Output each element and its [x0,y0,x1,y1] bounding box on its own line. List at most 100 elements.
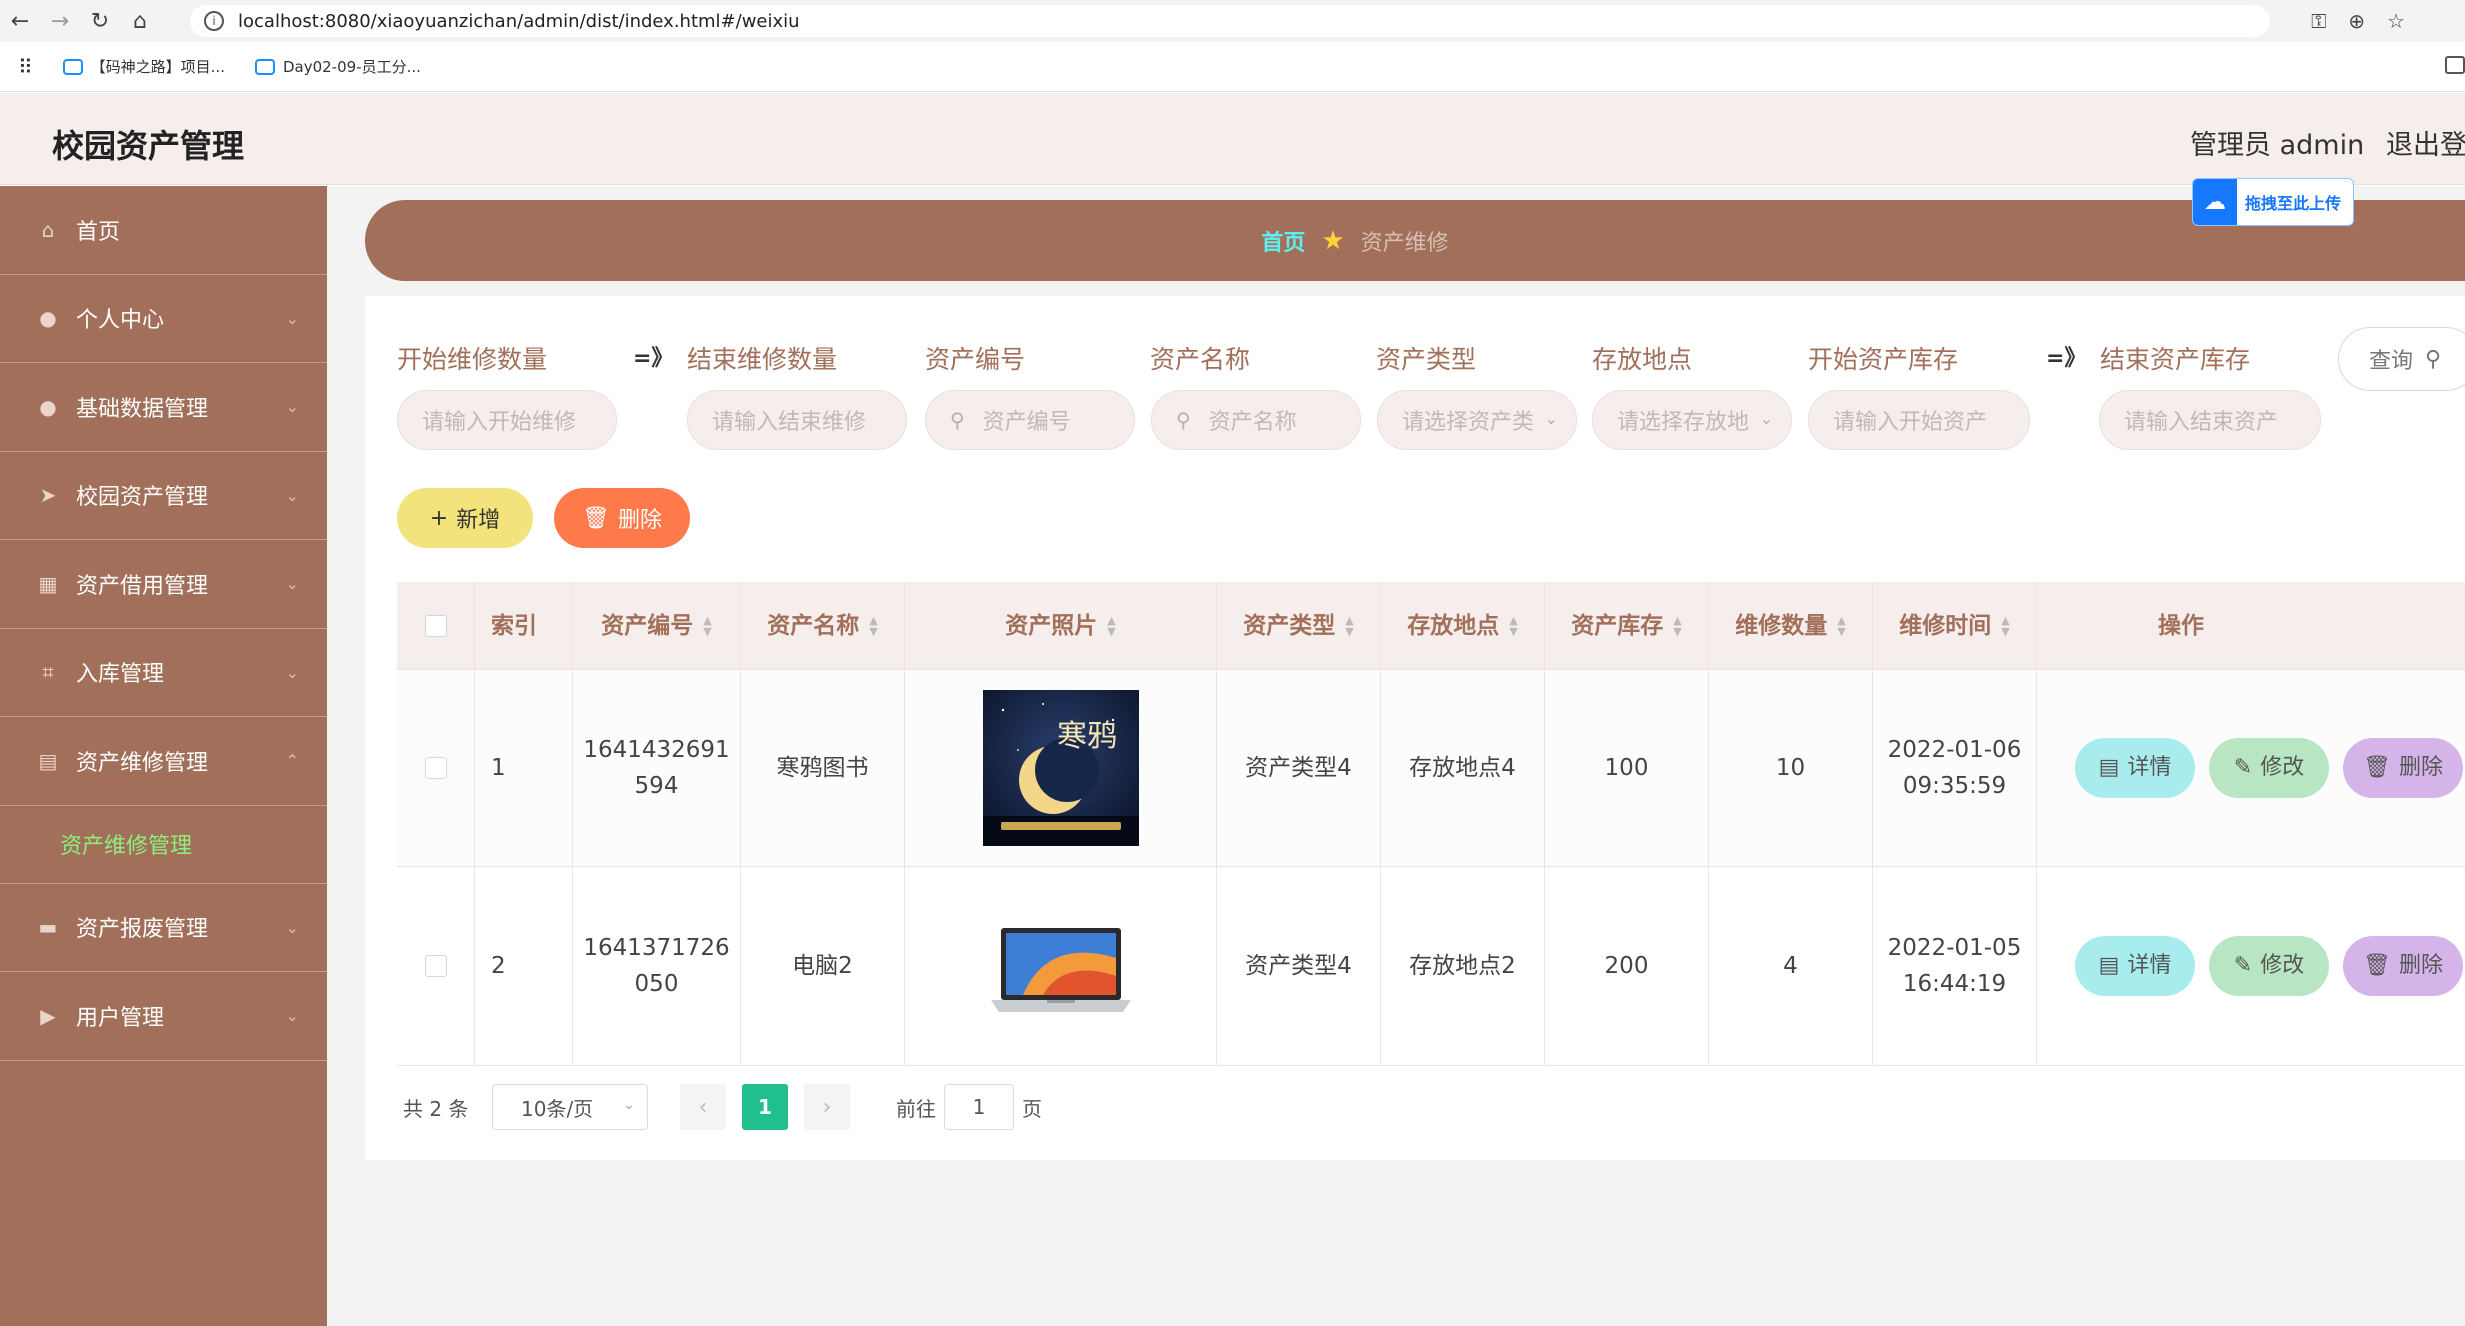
key-icon[interactable]: ⚿ [2311,9,2326,33]
browser-toolbar: ← → ↻ ⌂ i localhost:8080/xiaoyuanzichan/… [0,0,2465,42]
edit-button[interactable]: ✎ 修改 [2209,738,2329,798]
asset-name-input[interactable]: ⚲ 资产名称 [1151,390,1361,450]
sidebar-item-repair[interactable]: ▤ 资产维修管理 ⌃ [0,717,327,806]
sidebar: ⌂ 首页 ● 个人中心 ⌄ ● 基础数据管理 ⌄ ➤ 校园资产管理 ⌄ ▦ 资产… [0,186,327,1326]
query-button[interactable]: 查询 ⚲ [2338,327,2465,391]
end-repair-qty-input[interactable]: 请输入结束维修 [687,390,907,450]
pagination-total: 共 2 条 [403,1096,469,1121]
filter-label-start-repair: 开始维修数量 [397,345,548,374]
col-repair-time[interactable]: 维修时间 ▲ ▼ [1873,582,2037,669]
apps-grid-icon[interactable]: ⠿ [18,55,33,79]
sort-icon[interactable]: ▲ ▼ [2001,615,2009,637]
sort-icon[interactable]: ▲ ▼ [1837,615,1845,637]
address-bar[interactable]: i localhost:8080/xiaoyuanzichan/admin/di… [190,5,2270,37]
sidebar-item-home[interactable]: ⌂ 首页 [0,186,327,275]
filter-label-asset-name: 资产名称 [1150,345,1251,374]
next-page-button[interactable]: › [804,1084,850,1130]
chevron-down-icon: ⌄ [285,397,299,416]
laptop-image[interactable] [982,888,1139,1044]
logout-link[interactable]: 退出登录 [2386,123,2465,162]
col-asset-code[interactable]: 资产编号 ▲ ▼ [573,582,741,669]
drag-upload-badge[interactable]: ☁ 拖拽至此上传 [2192,178,2354,226]
book-cover-title: 寒鸦 [1057,719,1117,754]
bookmark-item[interactable]: 【码神之路】项目... [62,56,225,77]
sort-icon[interactable]: ▲ ▼ [869,615,877,637]
url-text: localhost:8080/xiaoyuanzichan/admin/dist… [238,10,800,32]
delete-button[interactable]: 🗑 删除 [2343,936,2463,996]
range-arrow: =》 [2046,346,2087,371]
filter-label-asset-code: 资产编号 [925,345,1026,374]
start-repair-qty-input[interactable]: 请输入开始维修 [397,390,617,450]
sort-icon[interactable]: ▲ ▼ [703,615,711,637]
bookmark-item[interactable]: Day02-09-员工分... [254,56,421,77]
location-select[interactable]: 请选择存放地 ⌄ [1592,390,1792,450]
detail-button[interactable]: ▤ 详情 [2075,936,2195,996]
sort-icon[interactable]: ▲ ▼ [1509,615,1517,637]
sort-icon[interactable]: ▲ ▼ [1107,615,1115,637]
chevron-down-icon: ⌄ [285,574,299,593]
asset-type-select[interactable]: 请选择资产类 ⌄ [1377,390,1577,450]
col-asset-photo[interactable]: 资产照片 ▲ ▼ [905,582,1217,669]
prev-page-button[interactable]: ‹ [680,1084,726,1130]
filter-label-start-stock: 开始资产库存 [1808,345,1959,374]
range-arrow: =》 [633,346,674,371]
filter-label-end-stock: 结束资产库存 [2100,345,2251,374]
chevron-down-icon: ⌄ [285,662,299,682]
sidebar-item-base-data[interactable]: ● 基础数据管理 ⌄ [0,363,327,452]
star-icon: ★ [1321,225,1345,256]
sort-icon[interactable]: ▲ ▼ [1673,615,1681,637]
batch-delete-button[interactable]: 🗑 删除 [554,488,690,548]
chevron-down-icon: ⌄ [285,917,299,937]
search-icon: ⚲ [1176,408,1191,432]
reload-icon[interactable]: ↻ [80,0,120,42]
sidebar-item-assets[interactable]: ➤ 校园资产管理 ⌄ [0,452,327,540]
sort-icon[interactable]: ▲ ▼ [1345,615,1353,637]
detail-button[interactable]: ▤ 详情 [2075,738,2195,798]
sidebar-subitem-repair-management[interactable]: 资产维修管理 [0,806,327,884]
chart-icon: ▤ [38,748,58,773]
select-all-checkbox[interactable] [424,614,447,637]
app-title: 校园资产管理 [52,127,245,165]
book-cover-image[interactable]: 寒鸦 [982,690,1139,846]
info-icon[interactable]: i [204,11,224,31]
video-icon: ▶ [40,1003,56,1028]
briefcase-icon: ▬ [38,915,58,940]
document-icon: ▤ [2098,755,2120,780]
goto-label: 前往 [896,1096,936,1121]
forward-icon[interactable]: → [40,0,80,42]
pencil-icon: ✎ [2233,755,2253,780]
sidebar-item-stock-in[interactable]: ⌗ 入库管理 ⌄ [0,629,327,717]
sidebar-item-users[interactable]: ▶ 用户管理 ⌄ [0,972,327,1061]
bilibili-icon [62,58,83,75]
row-checkbox[interactable] [424,757,447,779]
col-asset-type[interactable]: 资产类型 ▲ ▼ [1217,582,1381,669]
delete-button[interactable]: 🗑 删除 [2343,738,2463,798]
sidebar-item-borrow[interactable]: ▦ 资产借用管理 ⌄ [0,540,327,629]
row-checkbox[interactable] [424,955,447,977]
page-size-select[interactable]: 10条/页 ⌄ [492,1084,648,1130]
col-repair-qty[interactable]: 维修数量 ▲ ▼ [1709,582,1873,669]
col-location[interactable]: 存放地点 ▲ ▼ [1381,582,1545,669]
chevron-down-icon: ⌄ [623,1097,635,1113]
home-icon[interactable]: ⌂ [120,0,160,42]
goto-page-input[interactable]: 1 [944,1084,1014,1130]
asset-code-input[interactable]: ⚲ 资产编号 [925,390,1135,450]
sidebar-item-scrap[interactable]: ▬ 资产报废管理 ⌄ [0,884,327,972]
table-row: 2 1641371726 050 电脑2 资产类型4 存放地点2 200 4 20… [397,867,2465,1066]
col-stock[interactable]: 资产库存 ▲ ▼ [1545,582,1709,669]
start-stock-input[interactable]: 请输入开始资产 [1808,390,2030,450]
search-icon: ⚲ [2425,346,2442,372]
page-suffix: 页 [1022,1096,1042,1121]
col-asset-name[interactable]: 资产名称 ▲ ▼ [741,582,905,669]
page-number-current[interactable]: 1 [742,1084,788,1130]
folder-icon[interactable] [2445,56,2465,74]
add-button[interactable]: + 新增 [397,488,533,548]
end-stock-input[interactable]: 请输入结束资产 [2099,390,2321,450]
star-icon[interactable]: ☆ [2387,9,2405,33]
edit-button[interactable]: ✎ 修改 [2209,936,2329,996]
zoom-icon[interactable]: ⊕ [2348,9,2365,33]
sidebar-item-profile[interactable]: ● 个人中心 ⌄ [0,275,327,363]
search-icon: ⚲ [950,408,965,432]
back-icon[interactable]: ← [0,0,40,42]
breadcrumb-home[interactable]: 首页 [1261,225,1305,257]
